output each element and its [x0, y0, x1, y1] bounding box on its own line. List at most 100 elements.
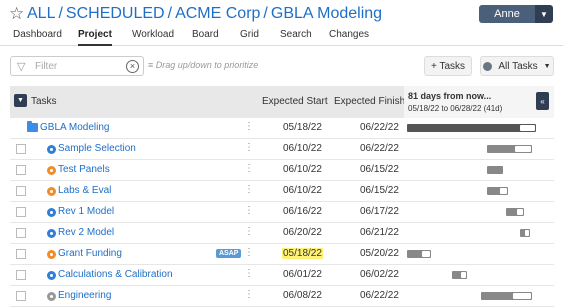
more-options-icon[interactable]: ⋮: [244, 268, 254, 279]
status-icon[interactable]: [47, 250, 56, 259]
breadcrumb-project[interactable]: GBLA Modeling: [271, 5, 382, 22]
status-icon[interactable]: [47, 292, 56, 301]
expected-start: 06/20/22: [283, 227, 322, 238]
task-name[interactable]: Test Panels: [58, 164, 110, 175]
more-options-icon[interactable]: ⋮: [244, 142, 254, 153]
table-row[interactable]: Grant Funding ASAP ⋮ 05/18/22 05/20/22: [10, 244, 554, 265]
tab-dashboard[interactable]: Dashboard: [13, 28, 62, 46]
expected-finish: 06/02/22: [360, 269, 399, 280]
gantt-header: 81 days from now... 05/18/22 to 06/28/22…: [404, 86, 554, 118]
tab-grid[interactable]: Grid: [240, 28, 259, 46]
task-checkbox[interactable]: [16, 144, 26, 154]
clear-icon[interactable]: ×: [126, 60, 139, 73]
expected-start: 06/10/22: [283, 185, 322, 196]
more-options-icon[interactable]: ⋮: [244, 289, 254, 300]
more-options-icon[interactable]: ⋮: [244, 184, 254, 195]
column-expected-start[interactable]: Expected Start: [262, 96, 328, 107]
gantt-cell: [404, 202, 554, 223]
gantt-bar[interactable]: [487, 145, 532, 153]
status-icon[interactable]: [47, 145, 56, 154]
task-checkbox[interactable]: [16, 270, 26, 280]
chevron-down-icon: ▼: [543, 62, 551, 70]
gantt-cell: [404, 160, 554, 181]
more-options-icon[interactable]: ⋮: [244, 247, 254, 258]
project-row[interactable]: GBLA Modeling ⋮ 05/18/22 06/22/22: [10, 118, 554, 139]
gantt-bar[interactable]: [487, 187, 508, 195]
table-row[interactable]: Labs & Eval ⋮ 06/10/22 06/15/22: [10, 181, 554, 202]
gantt-bar[interactable]: [520, 229, 530, 237]
gantt-bar[interactable]: [452, 271, 467, 279]
table-row[interactable]: Rev 1 Model ⋮ 06/16/22 06/17/22: [10, 202, 554, 223]
status-icon[interactable]: [47, 187, 56, 196]
gantt-cell: [404, 244, 554, 265]
breadcrumb-scheduled[interactable]: SCHEDULED: [66, 5, 165, 22]
breadcrumb-all[interactable]: ALL: [27, 5, 55, 22]
tab-search[interactable]: Search: [280, 28, 312, 46]
add-tasks-button[interactable]: + Tasks: [424, 56, 472, 76]
gantt-cell: [404, 139, 554, 160]
more-options-icon[interactable]: ⋮: [244, 205, 254, 216]
gantt-prev-icon[interactable]: «: [536, 92, 549, 110]
gantt-bar[interactable]: [407, 124, 536, 132]
expected-start: 06/16/22: [283, 206, 322, 217]
status-icon[interactable]: [47, 229, 56, 238]
drag-hint: ≡ Drag up/down to prioritize: [148, 60, 259, 70]
task-name[interactable]: Calculations & Calibration: [58, 269, 173, 280]
table-row[interactable]: Sample Selection ⋮ 06/10/22 06/22/22: [10, 139, 554, 160]
gantt-cell: [404, 118, 554, 139]
column-expected-finish[interactable]: Expected Finish: [334, 96, 405, 107]
gantt-cell: [404, 265, 554, 286]
task-checkbox[interactable]: [16, 249, 26, 259]
tab-workload[interactable]: Workload: [132, 28, 174, 46]
status-icon[interactable]: [47, 208, 56, 217]
user-menu-button[interactable]: Anne ▼: [479, 5, 553, 23]
tab-changes[interactable]: Changes: [329, 28, 369, 46]
task-checkbox[interactable]: [16, 228, 26, 238]
tab-project[interactable]: Project: [78, 28, 112, 46]
task-checkbox[interactable]: [16, 186, 26, 196]
task-checkbox[interactable]: [16, 207, 26, 217]
user-name[interactable]: Anne: [479, 5, 535, 23]
gantt-bar[interactable]: [481, 292, 532, 300]
status-icon[interactable]: [47, 166, 56, 175]
circle-icon: [483, 61, 493, 71]
task-checkbox[interactable]: [16, 165, 26, 175]
project-name[interactable]: GBLA Modeling: [40, 122, 110, 133]
expected-finish: 06/15/22: [360, 164, 399, 175]
more-options-icon[interactable]: ⋮: [244, 163, 254, 174]
gantt-bar[interactable]: [506, 208, 524, 216]
filter-placeholder: Filter: [35, 61, 58, 72]
column-tasks[interactable]: Tasks: [31, 96, 57, 107]
more-options-icon[interactable]: ⋮: [244, 226, 254, 237]
task-name[interactable]: Grant Funding: [58, 248, 122, 259]
breadcrumb-client[interactable]: ACME Corp: [175, 5, 260, 22]
task-name[interactable]: Rev 2 Model: [58, 227, 114, 238]
chevron-down-icon[interactable]: ▼: [535, 5, 553, 23]
all-tasks-dropdown[interactable]: All Tasks ▼: [480, 56, 554, 76]
task-name[interactable]: Engineering: [58, 290, 111, 301]
task-name[interactable]: Rev 1 Model: [58, 206, 114, 217]
task-name[interactable]: Labs & Eval: [58, 185, 111, 196]
breadcrumb: ALL / SCHEDULED / ACME Corp / GBLA Modeling: [27, 5, 383, 22]
star-icon[interactable]: ☆: [9, 4, 24, 24]
table-row[interactable]: Calculations & Calibration ⋮ 06/01/22 06/02…: [10, 265, 554, 286]
task-checkbox[interactable]: [16, 291, 26, 301]
expected-finish: 06/22/22: [360, 143, 399, 154]
filter-input[interactable]: ▽ Filter ×: [10, 56, 144, 76]
collapse-toggle-icon[interactable]: ▼: [14, 94, 27, 107]
expected-start: 05/18/22: [283, 122, 322, 133]
table-row[interactable]: Rev 2 Model ⋮ 06/20/22 06/21/22: [10, 223, 554, 244]
expected-finish: 05/20/22: [360, 248, 399, 259]
expected-start: 05/18/22: [282, 248, 323, 259]
gantt-bar[interactable]: [487, 166, 503, 174]
expected-start: 06/08/22: [283, 290, 322, 301]
tab-board[interactable]: Board: [192, 28, 219, 46]
more-options-icon[interactable]: ⋮: [244, 121, 254, 132]
gantt-bar[interactable]: [407, 250, 431, 258]
status-icon[interactable]: [47, 271, 56, 280]
table-row[interactable]: Test Panels ⋮ 06/10/22 06/15/22: [10, 160, 554, 181]
task-name[interactable]: Sample Selection: [58, 143, 136, 154]
expected-finish: 06/22/22: [360, 290, 399, 301]
expected-finish: 06/22/22: [360, 122, 399, 133]
expected-finish: 06/15/22: [360, 185, 399, 196]
